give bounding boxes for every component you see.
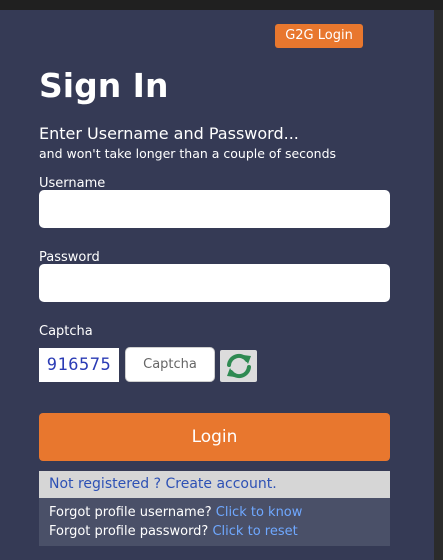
forgot-section: Forgot profile username? Click to know F… (39, 498, 390, 546)
subtitle-small: and won't take longer than a couple of s… (39, 146, 337, 161)
register-bar: Not registered ? Create account. (39, 471, 390, 498)
subtitle: Enter Username and Password... (39, 124, 299, 143)
login-button[interactable]: Login (39, 413, 390, 461)
forgot-username-link[interactable]: Click to know (216, 505, 303, 520)
forgot-username-row: Forgot profile username? Click to know (49, 503, 390, 522)
forgot-password-row: Forgot profile password? Click to reset (49, 522, 390, 541)
captcha-input[interactable] (125, 347, 215, 382)
username-input[interactable] (39, 190, 390, 228)
password-input[interactable] (39, 264, 390, 302)
captcha-image: 916575 (39, 348, 119, 382)
forgot-password-text: Forgot profile password? (49, 524, 209, 539)
sign-in-panel: G2G Login Sign In Enter Username and Pas… (0, 10, 434, 560)
forgot-password-link[interactable]: Click to reset (212, 524, 297, 539)
refresh-icon (226, 353, 251, 379)
forgot-username-text: Forgot profile username? (49, 505, 212, 520)
page-title: Sign In (39, 66, 169, 105)
captcha-label: Captcha (39, 324, 93, 339)
window-top-bar (0, 0, 443, 10)
create-account-link[interactable]: Not registered ? Create account. (49, 476, 277, 492)
g2g-login-button[interactable]: G2G Login (275, 24, 363, 48)
refresh-captcha-button[interactable] (220, 350, 257, 382)
